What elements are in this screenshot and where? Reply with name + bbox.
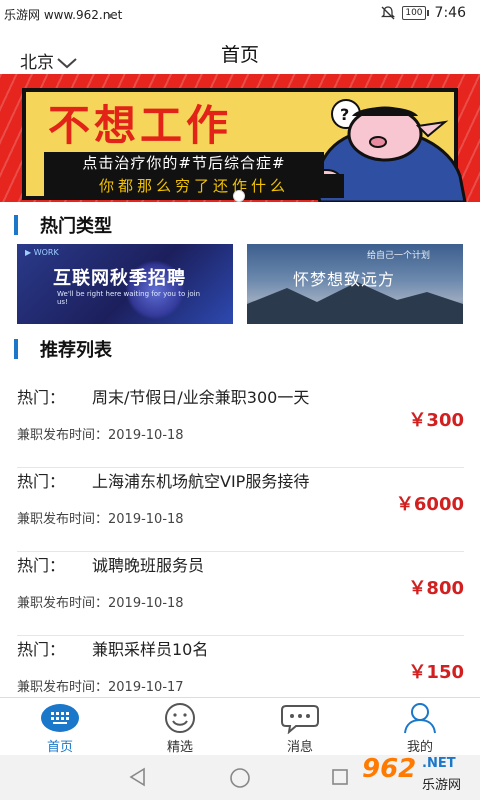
job-list-item[interactable]: 热门： 周末/节假日/业余兼职300一天 兼职发布时间：2019-10-18 ￥… bbox=[17, 384, 464, 468]
banner-subline: 点击治疗你的#节后综合症# bbox=[44, 152, 324, 174]
tab-featured[interactable]: 精选 bbox=[140, 698, 220, 756]
category-title: 互联网秋季招聘 bbox=[53, 268, 186, 289]
category-tag: 给自己一个计划 bbox=[367, 251, 431, 261]
job-date: 兼职发布时间：2019-10-18 bbox=[17, 596, 184, 611]
category-card-recruitment[interactable]: ▶ WORK 互联网秋季招聘 We'll be right here waiti… bbox=[17, 244, 233, 324]
job-price: ￥300 bbox=[408, 410, 464, 431]
job-label: 热门： bbox=[17, 388, 66, 407]
person-icon bbox=[404, 703, 436, 734]
status-bar: 乐游网 www.962.net 100 7:46 bbox=[0, 0, 480, 28]
battery-level: 100 bbox=[402, 6, 426, 20]
tab-label: 消息 bbox=[286, 740, 313, 755]
tab-messages[interactable]: 消息 bbox=[260, 698, 340, 756]
banner-bottomline: 你都那么穷了还作什么 bbox=[44, 174, 344, 198]
battery-icon: 100 bbox=[402, 6, 429, 20]
job-label: 热门： bbox=[17, 472, 66, 491]
bottom-tab-bar: 首页 精选 消息 我的 bbox=[0, 697, 480, 755]
job-price: ￥800 bbox=[408, 578, 464, 599]
smile-icon bbox=[165, 703, 195, 733]
chat-bubble-icon bbox=[281, 705, 319, 734]
job-date: 兼职发布时间：2019-10-18 bbox=[17, 512, 184, 527]
section-recommend: 推荐列表 bbox=[14, 336, 112, 362]
section-accent-bar bbox=[14, 339, 18, 359]
tab-label: 精选 bbox=[166, 740, 193, 755]
job-list-item[interactable]: 热门： 上海浦东机场航空VIP服务接待 兼职发布时间：2019-10-18 ￥6… bbox=[17, 468, 464, 552]
back-icon[interactable] bbox=[128, 767, 148, 787]
watermark-net: .NET bbox=[422, 756, 456, 771]
promo-banner[interactable]: ? 不想工作 点击治疗你的#节后综合症# 你都那么穷了还作什么 bbox=[0, 74, 480, 202]
job-title: 上海浦东机场航空VIP服务接待 bbox=[92, 472, 310, 491]
job-price: ￥150 bbox=[408, 662, 464, 683]
watermark-text: 乐游网 www.962.net bbox=[4, 8, 123, 22]
job-date: 兼职发布时间：2019-10-17 bbox=[17, 680, 184, 695]
watermark-site: 乐游网 bbox=[422, 778, 462, 793]
home-grid-icon bbox=[41, 704, 79, 732]
job-list-item[interactable]: 热门： 诚聘晚班服务员 兼职发布时间：2019-10-18 ￥800 bbox=[17, 552, 464, 636]
notification-dot bbox=[108, 14, 112, 18]
watermark-num: 962 bbox=[362, 754, 417, 784]
mute-bell-icon bbox=[381, 6, 396, 20]
category-card-dream[interactable]: 给自己一个计划 怀梦想致远方 bbox=[247, 244, 463, 324]
category-tag: ▶ WORK bbox=[25, 248, 59, 257]
tab-profile[interactable]: 我的 bbox=[380, 698, 460, 756]
category-title: 怀梦想致远方 bbox=[293, 270, 396, 289]
job-label: 热门： bbox=[17, 640, 66, 659]
job-title: 周末/节假日/业余兼职300一天 bbox=[92, 388, 310, 407]
category-subtitle: We'll be right here waiting for you to j… bbox=[57, 290, 201, 306]
status-icons: 100 7:46 bbox=[380, 5, 466, 21]
section-accent-bar bbox=[14, 215, 18, 235]
carousel-indicator[interactable] bbox=[233, 190, 245, 202]
job-title: 诚聘晚班服务员 bbox=[92, 556, 205, 575]
svg-text:?: ? bbox=[340, 105, 349, 124]
section-hot-types: 热门类型 bbox=[14, 212, 112, 238]
section-title-text: 推荐列表 bbox=[40, 340, 112, 361]
section-title-text: 热门类型 bbox=[40, 216, 112, 237]
watermark-logo: 962 .NET 乐游网 bbox=[358, 752, 474, 796]
tab-home[interactable]: 首页 bbox=[20, 698, 100, 756]
page-title: 首页 bbox=[220, 44, 259, 66]
clock: 7:46 bbox=[434, 5, 466, 21]
header: 北京 首页 bbox=[0, 28, 480, 74]
job-label: 热门： bbox=[17, 556, 66, 575]
home-circle-icon[interactable] bbox=[229, 767, 251, 789]
job-title: 兼职采样员10名 bbox=[92, 640, 209, 659]
job-price: ￥6000 bbox=[395, 494, 464, 515]
banner-headline: 不想工作 bbox=[48, 101, 233, 150]
tab-label: 首页 bbox=[46, 740, 73, 755]
recents-square-icon[interactable] bbox=[330, 767, 350, 787]
job-date: 兼职发布时间：2019-10-18 bbox=[17, 428, 184, 443]
